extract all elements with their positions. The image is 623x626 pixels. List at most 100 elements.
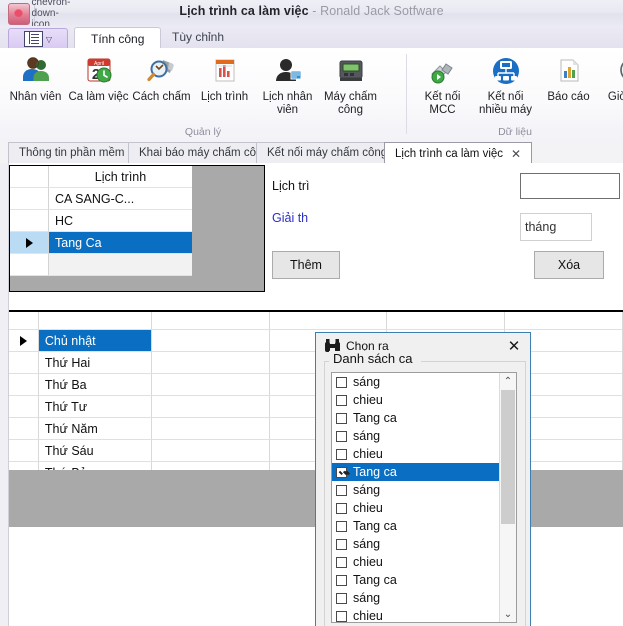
list-item[interactable]: Tang ca — [332, 463, 504, 481]
list-item[interactable]: sáng — [332, 427, 516, 445]
shift-cell[interactable] — [387, 312, 505, 330]
chon-ra-dialog: Chọn ra ✕ Danh sách ca sáng chieu — [315, 332, 531, 626]
checkbox[interactable] — [336, 485, 347, 496]
checkbox[interactable] — [336, 467, 347, 478]
month-combo[interactable]: tháng — [520, 213, 592, 241]
tab-tuy-chinh[interactable]: Tùy chỉnh — [156, 26, 240, 48]
schedule-grid-panel: Lịch trình CA SANG-C... HC Tang Ca — [9, 165, 265, 292]
doc-tab-thong-tin-phan-mem[interactable]: Thông tin phần mềm — [8, 142, 135, 163]
form-link-giai-thich[interactable]: Giải th — [272, 211, 308, 225]
row-indicator — [10, 188, 49, 210]
doc-tab-label: Khai báo máy chấm công — [139, 147, 269, 159]
close-icon[interactable]: ✕ — [504, 336, 524, 356]
ribbon-item-lich-trinh[interactable]: Lịch trình — [193, 50, 256, 117]
table-row[interactable]: Tang Ca — [10, 232, 192, 254]
checkbox[interactable] — [336, 431, 347, 442]
list-item-label: sáng — [353, 483, 380, 497]
list-item-label: Tang ca — [353, 411, 397, 425]
ribbon-group-label: Quản lý — [0, 126, 406, 138]
doc-tab-lich-trinh-ca-lam-viec[interactable]: Lịch trình ca làm việc ✕ — [384, 142, 532, 164]
list-item-label: sáng — [353, 375, 380, 389]
shift-cell[interactable] — [152, 374, 270, 396]
ribbon-item-cach-cham[interactable]: Cách chấm — [130, 50, 193, 117]
table-row[interactable] — [10, 254, 192, 276]
list-item[interactable]: Tang ca — [332, 409, 516, 427]
ribbon-item-label: Kết nối MCC — [412, 91, 474, 117]
table-row[interactable] — [9, 312, 623, 330]
ribbon-item-label: Giờ công — [601, 91, 623, 104]
ribbon-item-ket-noi-nhieu-may[interactable]: Kết nối nhiều máy — [474, 50, 537, 117]
checkbox[interactable] — [336, 449, 347, 460]
list-item[interactable]: chieu — [332, 391, 516, 409]
groupbox-caption: Danh sách ca — [329, 351, 417, 366]
list-item-label: chieu — [353, 501, 383, 515]
scrollbar-thumb[interactable] — [501, 390, 515, 524]
ribbon-item-ket-noi-mcc[interactable]: Kết nối MCC — [411, 50, 474, 117]
column-header-lich-trinh[interactable]: Lịch trình — [49, 166, 192, 188]
scroll-down-icon[interactable]: ⌄ — [500, 606, 516, 622]
list-item[interactable]: sáng — [332, 589, 516, 607]
list-item-label: chieu — [353, 555, 383, 569]
shift-cell[interactable] — [152, 396, 270, 418]
checkbox[interactable] — [336, 575, 347, 586]
ribbon-item-may-cham-cong[interactable]: Máy chấm công — [319, 50, 382, 117]
ribbon-item-ca-lam-viec[interactable]: April 2 Ca làm việc — [67, 50, 130, 117]
checkbox[interactable] — [336, 521, 347, 532]
shift-cell[interactable] — [505, 312, 623, 330]
shift-cell[interactable] — [270, 312, 388, 330]
bar-chart-report-icon — [550, 50, 588, 88]
ribbon-item-nhan-vien[interactable]: Nhân viên — [4, 50, 67, 117]
weekday-cell: Thứ Sáu — [39, 440, 152, 462]
checkbox[interactable] — [336, 539, 347, 550]
row-indicator — [10, 166, 49, 188]
checkbox[interactable] — [336, 503, 347, 514]
ribbon-item-label: Ca làm việc — [68, 91, 130, 104]
delete-button[interactable]: Xóa — [534, 251, 604, 279]
window-title-text: Lịch trình ca làm việc — [179, 4, 308, 18]
schedule-name: HC — [49, 210, 192, 232]
ribbon-item-gio-cong[interactable]: Giờ công — [600, 50, 623, 117]
list-item-label: chieu — [353, 609, 383, 623]
list-item[interactable]: sáng — [332, 481, 516, 499]
shift-list[interactable]: sáng chieu Tang ca sáng — [331, 372, 517, 623]
checkbox[interactable] — [336, 593, 347, 604]
ribbon-item-bao-cao[interactable]: Báo cáo — [537, 50, 600, 117]
row-indicator — [9, 330, 39, 352]
list-item[interactable]: sáng — [332, 373, 516, 391]
text-field[interactable] — [520, 173, 620, 199]
list-vertical-scrollbar[interactable]: ⌃ ⌄ — [499, 373, 516, 622]
cable-connect-icon — [424, 50, 462, 88]
current-row-arrow-icon — [26, 238, 33, 248]
checkbox[interactable] — [336, 395, 347, 406]
list-item[interactable]: chieu — [332, 553, 516, 571]
list-item[interactable]: sáng — [332, 535, 516, 553]
add-button[interactable]: Thêm — [272, 251, 340, 279]
weekday-cell: Thứ Năm — [39, 418, 152, 440]
ribbon-item-label: Nhân viên — [5, 91, 67, 104]
tab-tinh-cong[interactable]: Tính công — [74, 27, 161, 50]
ribbon: Nhân viên April 2 Ca làm việc — [0, 48, 623, 142]
shift-cell[interactable] — [152, 440, 270, 462]
schedule-name: CA SANG-C... — [49, 188, 192, 210]
checkbox[interactable] — [336, 377, 347, 388]
ribbon-item-lich-nhan-vien[interactable]: Lịch nhân viên — [256, 50, 319, 117]
list-item[interactable]: chieu — [332, 499, 516, 517]
table-row[interactable]: CA SANG-C... — [10, 188, 192, 210]
checkbox[interactable] — [336, 413, 347, 424]
shift-cell[interactable] — [152, 352, 270, 374]
close-icon[interactable]: ✕ — [511, 147, 521, 161]
list-item[interactable]: chieu — [332, 445, 516, 463]
file-menu-button[interactable]: ▽ — [8, 28, 68, 50]
doc-tab-ket-noi-may-cham-cong[interactable]: Kết nối máy chấm công — [256, 142, 398, 163]
scroll-up-icon[interactable]: ⌃ — [500, 373, 516, 389]
checkbox[interactable] — [336, 611, 347, 622]
shift-cell[interactable] — [152, 418, 270, 440]
shift-cell[interactable] — [152, 312, 270, 330]
weekday-cell: Thứ Tư — [39, 396, 152, 418]
shift-cell[interactable] — [152, 330, 270, 352]
table-row[interactable]: HC — [10, 210, 192, 232]
list-item[interactable]: Tang ca — [332, 571, 516, 589]
list-item[interactable]: Tang ca — [332, 517, 516, 535]
checkbox[interactable] — [336, 557, 347, 568]
list-item[interactable]: chieu — [332, 607, 516, 623]
